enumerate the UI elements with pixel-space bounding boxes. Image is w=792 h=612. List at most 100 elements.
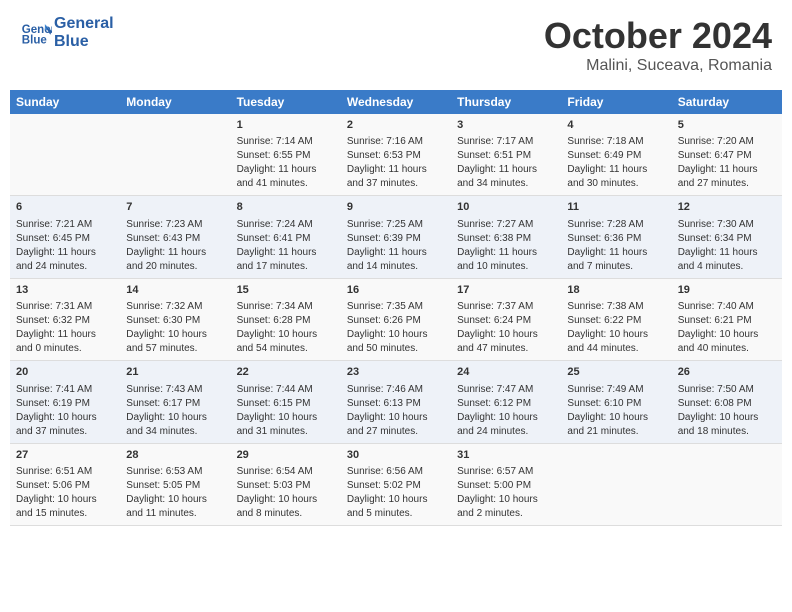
calendar-week-row: 20Sunrise: 7:41 AMSunset: 6:19 PMDayligh… — [10, 361, 782, 443]
calendar-cell: 18Sunrise: 7:38 AMSunset: 6:22 PMDayligh… — [561, 278, 671, 360]
sunrise-text: Sunrise: 7:49 AMSunset: 6:10 PMDaylight:… — [567, 384, 648, 437]
calendar-cell: 29Sunrise: 6:54 AMSunset: 5:03 PMDayligh… — [231, 443, 341, 525]
sunrise-text: Sunrise: 7:24 AMSunset: 6:41 PMDaylight:… — [237, 219, 317, 272]
calendar-cell: 21 Sunrise: 7:43 AMSunset: 6:17 PMDayligh… — [120, 361, 230, 443]
weekday-header-row: SundayMondayTuesdayWednesdayThursdayFrid… — [10, 90, 782, 114]
sunrise-text: Sunrise: 6:51 AMSunset: 5:06 PMDaylight:… — [16, 466, 97, 519]
day-number: 19 — [678, 283, 776, 298]
calendar-cell: 7Sunrise: 7:23 AMSunset: 6:43 PMDaylight… — [120, 196, 230, 278]
weekday-header: Sunday — [10, 90, 120, 114]
logo-blue: Blue — [54, 33, 114, 51]
sunrise-text: Sunrise: 7:50 AMSunset: 6:08 PMDaylight:… — [678, 384, 759, 437]
sunrise-text: Sunrise: 7:41 AMSunset: 6:19 PMDaylight:… — [16, 384, 97, 437]
day-number: 12 — [678, 200, 776, 215]
calendar-cell — [10, 114, 120, 196]
calendar-cell: 13Sunrise: 7:31 AMSunset: 6:32 PMDayligh… — [10, 278, 120, 360]
day-number: 3 — [457, 118, 555, 133]
sunrise-text: Sunrise: 7:27 AMSunset: 6:38 PMDaylight:… — [457, 219, 537, 272]
calendar-cell: 31 Sunrise: 6:57 AMSunset: 5:00 PMDayligh… — [451, 443, 561, 525]
month-title: October 2024 — [544, 15, 772, 57]
logo: General Blue General Blue — [20, 15, 114, 50]
sunrise-text: Sunrise: 6:57 AMSunset: 5:00 PMDaylight:… — [457, 466, 538, 519]
calendar-cell — [120, 114, 230, 196]
sunrise-text: Sunrise: 7:43 AMSunset: 6:17 PMDaylight:… — [126, 384, 207, 437]
sunrise-text: Sunrise: 7:46 AMSunset: 6:13 PMDaylight:… — [347, 384, 428, 437]
calendar-week-row: 13Sunrise: 7:31 AMSunset: 6:32 PMDayligh… — [10, 278, 782, 360]
logo-general: General — [54, 15, 114, 33]
day-number: 10 — [457, 200, 555, 215]
day-number: 8 — [237, 200, 335, 215]
sunrise-text: Sunrise: 7:37 AMSunset: 6:24 PMDaylight:… — [457, 301, 538, 354]
day-number: 26 — [678, 365, 776, 380]
sunrise-text: Sunrise: 7:30 AMSunset: 6:34 PMDaylight:… — [678, 219, 758, 272]
sunrise-text: Sunrise: 6:56 AMSunset: 5:02 PMDaylight:… — [347, 466, 428, 519]
calendar-week-row: 6Sunrise: 7:21 AMSunset: 6:45 PMDaylight… — [10, 196, 782, 278]
calendar-cell: 1 Sunrise: 7:14 AMSunset: 6:55 PMDaylight… — [231, 114, 341, 196]
weekday-header: Monday — [120, 90, 230, 114]
day-number: 14 — [126, 283, 224, 298]
day-number: 27 — [16, 448, 114, 463]
calendar-cell: 22 Sunrise: 7:44 AMSunset: 6:15 PMDayligh… — [231, 361, 341, 443]
sunrise-text: Sunrise: 7:31 AMSunset: 6:32 PMDaylight:… — [16, 301, 96, 354]
svg-text:Blue: Blue — [22, 34, 48, 46]
calendar-cell: 17 Sunrise: 7:37 AMSunset: 6:24 PMDayligh… — [451, 278, 561, 360]
sunrise-text: Sunrise: 7:17 AMSunset: 6:51 PMDaylight:… — [457, 136, 537, 189]
sunrise-text: Sunrise: 7:20 AMSunset: 6:47 PMDaylight:… — [678, 136, 758, 189]
day-number: 15 — [237, 283, 335, 298]
sunrise-text: Sunrise: 7:34 AMSunset: 6:28 PMDaylight:… — [237, 301, 318, 354]
day-number: 5 — [678, 118, 776, 133]
day-number: 1 — [237, 118, 335, 133]
logo-icon: General Blue — [20, 17, 52, 49]
calendar-cell: 10 Sunrise: 7:27 AMSunset: 6:38 PMDayligh… — [451, 196, 561, 278]
day-number: 21 — [126, 365, 224, 380]
day-number: 4 — [567, 118, 665, 133]
day-number: 28 — [126, 448, 224, 463]
sunrise-text: Sunrise: 7:28 AMSunset: 6:36 PMDaylight:… — [567, 219, 647, 272]
day-number: 30 — [347, 448, 445, 463]
calendar-cell: 27 Sunrise: 6:51 AMSunset: 5:06 PMDayligh… — [10, 443, 120, 525]
calendar-week-row: 1 Sunrise: 7:14 AMSunset: 6:55 PMDaylight… — [10, 114, 782, 196]
sunrise-text: Sunrise: 7:40 AMSunset: 6:21 PMDaylight:… — [678, 301, 759, 354]
weekday-header: Tuesday — [231, 90, 341, 114]
sunrise-text: Sunrise: 7:18 AMSunset: 6:49 PMDaylight:… — [567, 136, 647, 189]
sunrise-text: Sunrise: 7:21 AMSunset: 6:45 PMDaylight:… — [16, 219, 96, 272]
sunrise-text: Sunrise: 7:44 AMSunset: 6:15 PMDaylight:… — [237, 384, 318, 437]
sunrise-text: Sunrise: 7:35 AMSunset: 6:26 PMDaylight:… — [347, 301, 428, 354]
weekday-header: Friday — [561, 90, 671, 114]
calendar-cell: 19 Sunrise: 7:40 AMSunset: 6:21 PMDayligh… — [672, 278, 782, 360]
day-number: 25 — [567, 365, 665, 380]
calendar-cell: 12 Sunrise: 7:30 AMSunset: 6:34 PMDayligh… — [672, 196, 782, 278]
day-number: 9 — [347, 200, 445, 215]
calendar-cell: 8 Sunrise: 7:24 AMSunset: 6:41 PMDaylight… — [231, 196, 341, 278]
calendar-table: SundayMondayTuesdayWednesdayThursdayFrid… — [10, 90, 782, 526]
day-number: 31 — [457, 448, 555, 463]
day-number: 16 — [347, 283, 445, 298]
day-number: 29 — [237, 448, 335, 463]
calendar-cell — [561, 443, 671, 525]
day-number: 17 — [457, 283, 555, 298]
sunrise-text: Sunrise: 7:16 AMSunset: 6:53 PMDaylight:… — [347, 136, 427, 189]
weekday-header: Thursday — [451, 90, 561, 114]
sunrise-text: Sunrise: 7:14 AMSunset: 6:55 PMDaylight:… — [237, 136, 317, 189]
calendar-cell: 3 Sunrise: 7:17 AMSunset: 6:51 PMDaylight… — [451, 114, 561, 196]
calendar-cell: 28 Sunrise: 6:53 AMSunset: 5:05 PMDayligh… — [120, 443, 230, 525]
calendar-cell: 11 Sunrise: 7:28 AMSunset: 6:36 PMDayligh… — [561, 196, 671, 278]
calendar-week-row: 27 Sunrise: 6:51 AMSunset: 5:06 PMDayligh… — [10, 443, 782, 525]
day-number: 22 — [237, 365, 335, 380]
day-number: 11 — [567, 200, 665, 215]
calendar-cell: 30 Sunrise: 6:56 AMSunset: 5:02 PMDayligh… — [341, 443, 451, 525]
sunrise-text: Sunrise: 6:53 AMSunset: 5:05 PMDaylight:… — [126, 466, 207, 519]
calendar-cell: 16 Sunrise: 7:35 AMSunset: 6:26 PMDayligh… — [341, 278, 451, 360]
calendar-cell: 9 Sunrise: 7:25 AMSunset: 6:39 PMDaylight… — [341, 196, 451, 278]
sunrise-text: Sunrise: 7:25 AMSunset: 6:39 PMDaylight:… — [347, 219, 427, 272]
calendar-cell: 4 Sunrise: 7:18 AMSunset: 6:49 PMDaylight… — [561, 114, 671, 196]
day-number: 2 — [347, 118, 445, 133]
location-title: Malini, Suceava, Romania — [544, 57, 772, 75]
day-number: 23 — [347, 365, 445, 380]
page-header: General Blue General Blue October 2024 M… — [10, 10, 782, 80]
calendar-cell: 25 Sunrise: 7:49 AMSunset: 6:10 PMDayligh… — [561, 361, 671, 443]
calendar-cell: 6Sunrise: 7:21 AMSunset: 6:45 PMDaylight… — [10, 196, 120, 278]
sunrise-text: Sunrise: 7:32 AMSunset: 6:30 PMDaylight:… — [126, 301, 207, 354]
calendar-cell: 15 Sunrise: 7:34 AMSunset: 6:28 PMDayligh… — [231, 278, 341, 360]
calendar-cell: 20Sunrise: 7:41 AMSunset: 6:19 PMDayligh… — [10, 361, 120, 443]
